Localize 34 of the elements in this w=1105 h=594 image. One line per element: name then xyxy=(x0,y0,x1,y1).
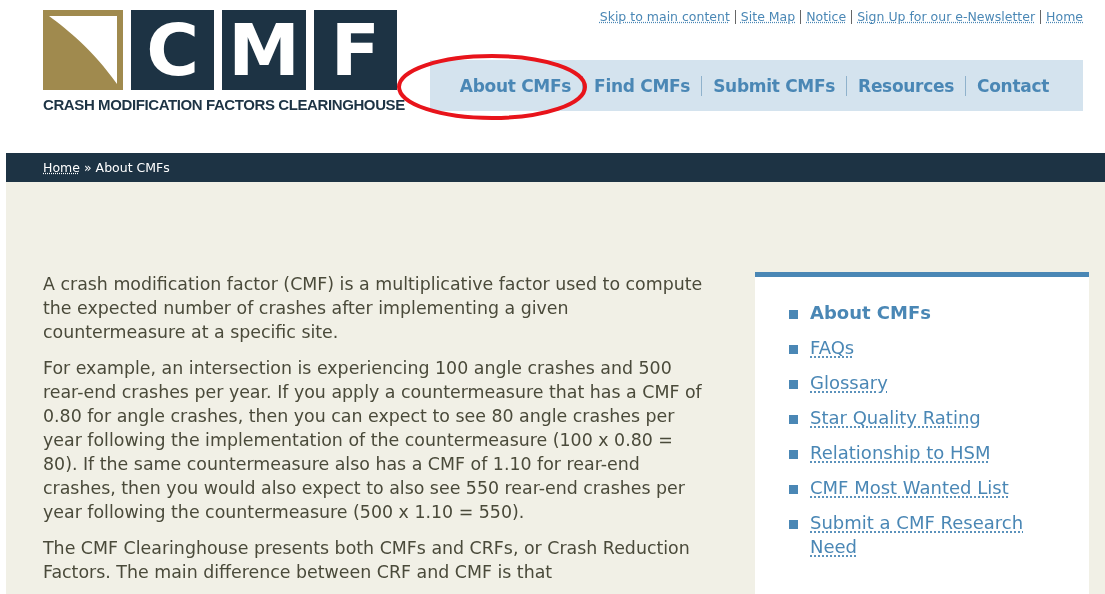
bullet-icon xyxy=(789,520,798,529)
paragraph: The CMF Clearinghouse presents both CMFs and CRFs, or Crash Reduction Factors. The main difference between CRF and CMF is that xyxy=(43,537,691,584)
sidebar-link[interactable]: Glossary xyxy=(810,371,1030,395)
nav-link[interactable]: Contact xyxy=(965,75,1060,96)
bullet-icon xyxy=(789,310,798,319)
sidebar-link[interactable]: CMF Most Wanted List xyxy=(810,476,1030,500)
sidebar-link[interactable]: Star Quality Rating xyxy=(810,406,1030,430)
bullet-icon xyxy=(789,485,798,494)
bullet-icon xyxy=(789,415,798,424)
logo-letter: F xyxy=(313,10,397,90)
bullet-icon xyxy=(789,450,798,459)
utility-link[interactable]: Sign Up for our e-Newsletter xyxy=(851,10,1041,24)
logo-emblem-icon xyxy=(43,10,123,90)
breadcrumb-separator: » xyxy=(83,160,92,175)
breadcrumb-current: About CMFs xyxy=(95,160,170,175)
utility-link[interactable]: Notice xyxy=(800,10,852,24)
nav-link[interactable]: Find CMFs xyxy=(582,75,702,96)
paragraph: A crash modification factor (CMF) is a multiplicative factor used to compute the expected number of crashes after implementing a given countermeasure at a specific site. xyxy=(43,273,704,344)
bullet-icon xyxy=(789,345,798,354)
sidebar-link[interactable]: FAQs xyxy=(810,336,1030,360)
sidebar-link[interactable]: About CMFs xyxy=(810,301,1030,325)
utility-link[interactable]: Home xyxy=(1040,10,1083,24)
logo-letter: M xyxy=(222,10,306,90)
nav-link[interactable]: Resources xyxy=(846,75,966,96)
sidebar-link[interactable]: Submit a CMF Research Need xyxy=(810,511,1030,559)
logo-letter: C xyxy=(131,10,215,90)
nav-link[interactable]: Submit CMFs xyxy=(701,75,847,96)
logo-tagline: CRASH MODIFICATION FACTORS CLEARINGHOUSE xyxy=(43,95,405,115)
breadcrumb-link[interactable]: Home xyxy=(43,160,80,175)
utility-link[interactable]: Skip to main content xyxy=(594,10,735,24)
sidebar-link[interactable]: Relationship to HSM xyxy=(810,441,1030,465)
paragraph: For example, an intersection is experiencing 100 angle crashes and 500 rear-end crashes per year. If you apply a countermeasure that has a CMF of 0.80 for angle crashes, then you can expect to see 80 angle crashes per year following the implementation of the countermeasure (100 x 0.80 = 80). If the same countermeasure also has a CMF of 1.10 for rear-end crashes, then you would also expect to also see 550 rear-end crashes per year following the countermeasure (500 x 1.10 = 550). xyxy=(43,357,703,524)
bullet-icon xyxy=(789,380,798,389)
utility-link[interactable]: Site Map xyxy=(734,10,801,24)
